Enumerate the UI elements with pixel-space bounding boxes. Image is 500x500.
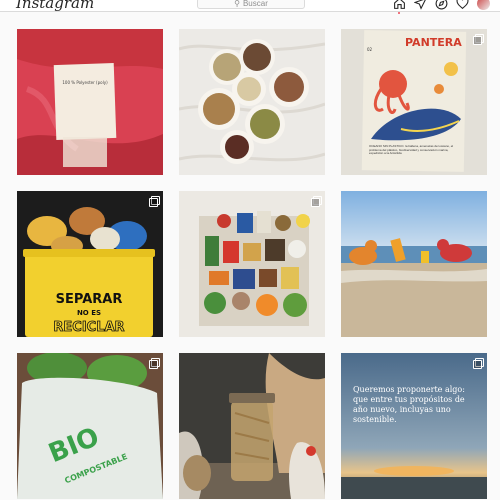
carousel-icon <box>473 358 484 369</box>
bin-text-separar: SEPARAR <box>56 292 123 307</box>
carousel-icon <box>149 196 160 207</box>
magazine-headline: OCÉANO SIN PLÁSTICO. la ballena, amenaza… <box>369 145 454 156</box>
search-placeholder: Buscar <box>242 0 268 8</box>
post-pantera-magazine[interactable]: PANTERA 02 OCÉANO SIN PLÁSTICO. la balle… <box>341 29 487 175</box>
post-groceries-flatlay[interactable] <box>179 191 325 337</box>
magazine-issue: 02 <box>367 47 373 52</box>
bin-text-no-es: NO ES <box>77 309 101 317</box>
post-red-fabric-label[interactable]: 100 % Polyester (poly) <box>17 29 163 175</box>
post-new-year-quote[interactable]: Queremos proponerte algo: que entre tus … <box>341 353 487 499</box>
post-bio-compostable-bag[interactable]: BIO COMPOSTABLE <box>17 353 163 499</box>
post-beach-toys[interactable] <box>341 191 487 337</box>
explore-icon[interactable] <box>435 0 448 10</box>
nav-icons <box>393 0 490 14</box>
search-icon: ⚲ <box>234 0 240 8</box>
quote-text: Queremos proponerte algo: que entre tus … <box>353 385 465 424</box>
post-bulk-jars[interactable] <box>179 353 325 499</box>
carousel-icon <box>473 34 484 45</box>
post-nuts-bowls[interactable] <box>179 29 325 175</box>
magazine-title: PANTERA <box>405 36 462 49</box>
bin-text-reciclar: RECICLAR <box>53 320 124 335</box>
active-indicator <box>398 12 400 14</box>
carousel-icon <box>149 358 160 369</box>
instagram-logo[interactable]: Instagram <box>16 0 94 12</box>
direct-messages-icon[interactable] <box>414 0 427 10</box>
top-navigation-bar: Instagram ⚲ Buscar <box>0 0 500 14</box>
search-input[interactable]: ⚲ Buscar <box>197 0 305 9</box>
post-separar-no-es-reciclar[interactable]: SEPARAR NO ES RECICLAR <box>17 191 163 337</box>
fabric-label-text: 100 % Polyester (poly) <box>62 80 108 85</box>
heart-icon[interactable] <box>456 0 469 10</box>
home-icon[interactable] <box>393 0 406 14</box>
carousel-icon <box>311 196 322 207</box>
profile-avatar[interactable] <box>477 0 490 10</box>
